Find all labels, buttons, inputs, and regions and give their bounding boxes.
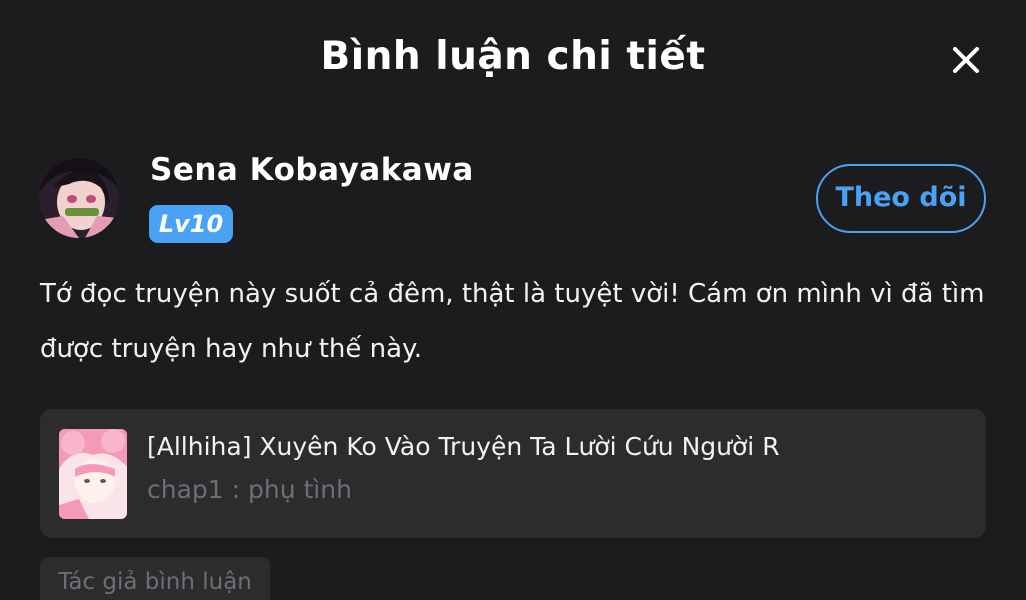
avatar[interactable]: [39, 158, 119, 238]
story-title: [Allhiha] Xuyên Ko Vào Truyện Ta Lười Cứ…: [147, 432, 780, 461]
close-icon: [953, 47, 979, 73]
story-card[interactable]: [Allhiha] Xuyên Ko Vào Truyện Ta Lười Cứ…: [40, 409, 986, 538]
follow-button[interactable]: Theo dõi: [816, 164, 986, 233]
author-comment-tag: Tác giả bình luận: [40, 557, 270, 600]
story-cover: [59, 429, 127, 519]
close-button[interactable]: [946, 40, 986, 80]
page-title: Bình luận chi tiết: [320, 34, 706, 79]
comment-detail-sheet: Bình luận chi tiết Sena Kobayakawa Lv10 …: [0, 0, 1026, 600]
avatar-image: [39, 158, 119, 238]
username: Sena Kobayakawa: [150, 152, 474, 188]
comment-text: Tớ đọc truyện này suốt cả đêm, thật là t…: [40, 279, 985, 364]
story-cover-image: [59, 429, 127, 519]
story-chapter: chap1 : phụ tình: [147, 475, 352, 504]
level-badge: Lv10: [149, 205, 233, 243]
